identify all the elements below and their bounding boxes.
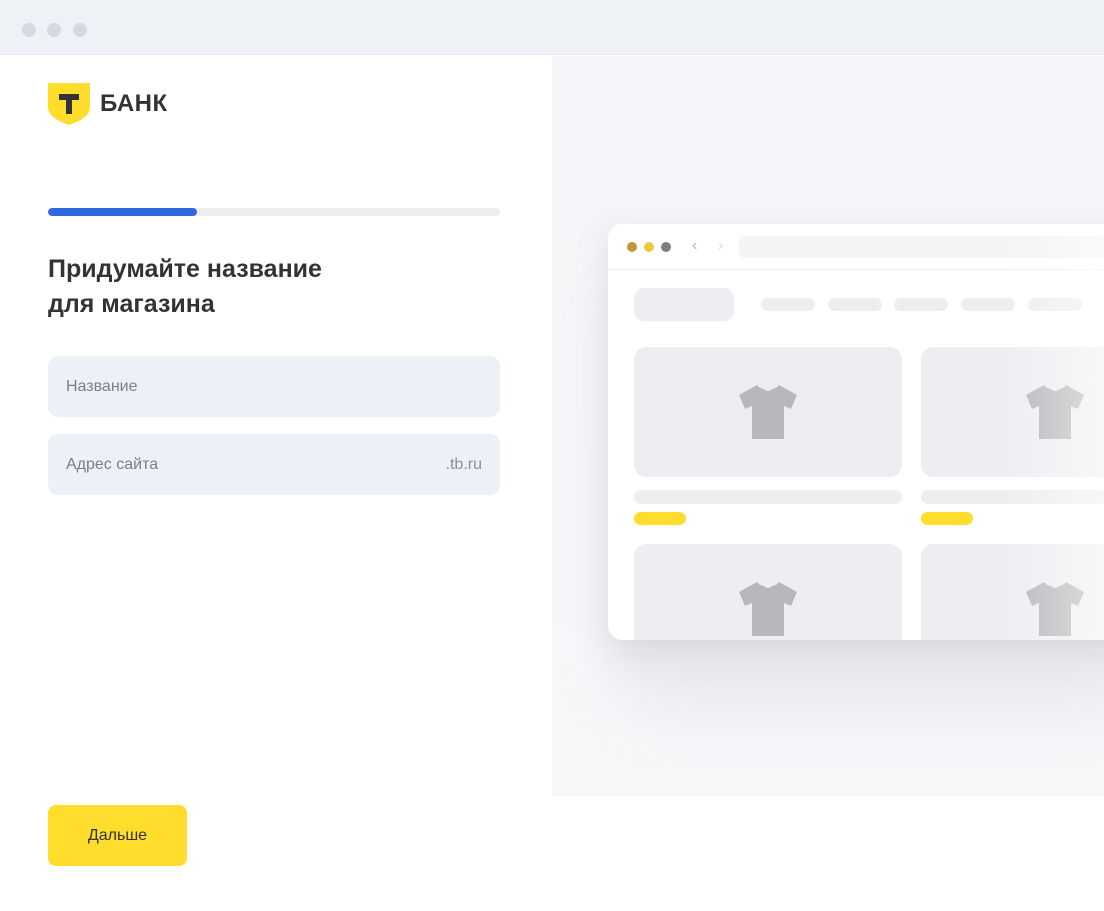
- window-dot-close[interactable]: [22, 23, 36, 37]
- next-button[interactable]: Дальше: [48, 805, 187, 866]
- preview-product-card: [634, 347, 902, 477]
- chevron-right-icon: ›: [718, 237, 724, 254]
- preview-nav-item: [1028, 298, 1082, 311]
- window-dot-minimize[interactable]: [47, 23, 61, 37]
- domain-suffix: .tb.ru: [445, 455, 482, 473]
- preview-product-price: [634, 512, 686, 525]
- store-preview-window: ‹ ›: [608, 224, 1104, 640]
- preview-logo-placeholder: [634, 288, 734, 321]
- progress-bar: [48, 208, 500, 216]
- bank-logo: БАНК: [48, 83, 168, 125]
- preview-product-title: [921, 490, 1104, 504]
- page-title-line1: Придумайте название: [48, 255, 322, 283]
- store-name-field[interactable]: [48, 356, 500, 417]
- preview-product-title: [634, 490, 902, 504]
- progress-fill: [48, 208, 198, 216]
- chevron-left-icon: ‹: [692, 237, 698, 254]
- preview-browser-bar: ‹ ›: [608, 224, 1104, 270]
- tshirt-icon: [1026, 383, 1084, 439]
- tshirt-icon: [1026, 580, 1084, 636]
- preview-dot-3: [661, 242, 671, 252]
- preview-nav-item: [828, 298, 882, 311]
- preview-nav-item: [961, 298, 1015, 311]
- site-address-field[interactable]: .tb.ru: [48, 434, 500, 495]
- preview-product-card: [921, 544, 1104, 640]
- page-title: Придумайте название для магазина: [48, 252, 468, 322]
- shield-logo-icon: [48, 83, 90, 125]
- preview-product-price: [921, 512, 973, 525]
- preview-dot-2: [644, 242, 654, 252]
- store-name-input[interactable]: [66, 377, 482, 396]
- site-address-input[interactable]: [66, 455, 446, 474]
- preview-dot-1: [627, 242, 637, 252]
- brand-name: БАНК: [100, 90, 168, 117]
- preview-nav-item: [894, 298, 948, 311]
- tshirt-icon: [739, 580, 797, 636]
- window-dot-maximize[interactable]: [73, 23, 87, 37]
- preview-url-bar: [739, 236, 1104, 258]
- preview-product-card: [921, 347, 1104, 477]
- preview-product-card: [634, 544, 902, 640]
- tshirt-icon: [739, 383, 797, 439]
- window-titlebar: [0, 0, 1104, 55]
- preview-nav-item: [761, 298, 815, 311]
- page-title-line2: для магазина: [48, 290, 215, 318]
